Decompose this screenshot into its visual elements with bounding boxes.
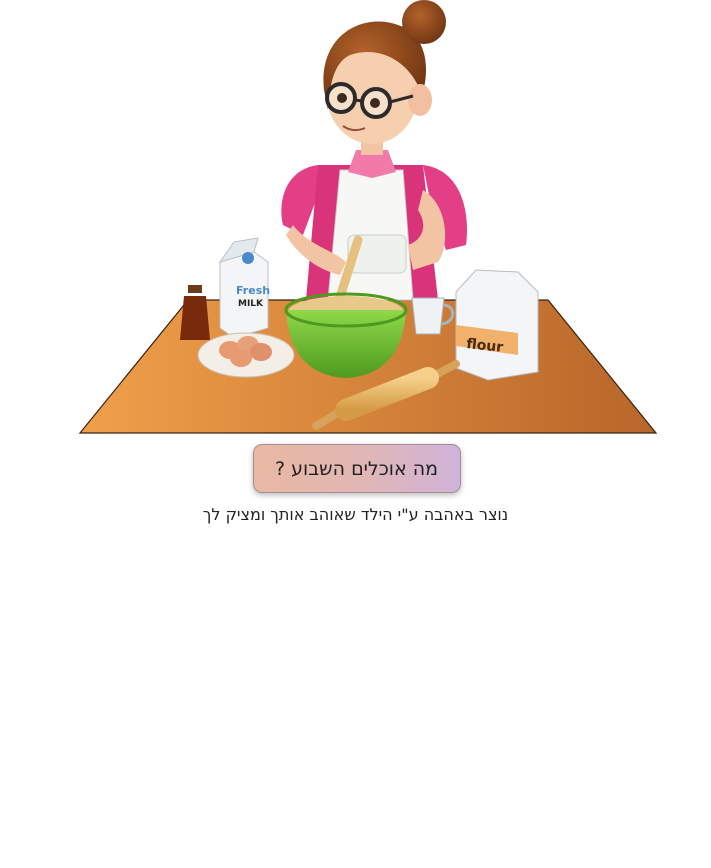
page: Fresh MILK flour מה אוכלים השבוע ? נוצר …	[0, 0, 711, 868]
egg-plate	[197, 332, 295, 378]
whats-for-dinner-button[interactable]: מה אוכלים השבוע ?	[252, 444, 461, 493]
milk-label-fresh: Fresh	[236, 284, 270, 297]
cta-container: מה אוכלים השבוע ?	[0, 444, 711, 493]
cooking-woman-illustration: Fresh MILK flour	[78, 0, 658, 434]
milk-carton: Fresh MILK	[218, 237, 270, 339]
hero-illustration: Fresh MILK flour	[78, 0, 658, 436]
footer-credit-text: נוצר באהבה ע"י הילד שאוהב אותך ומציק לך	[202, 505, 509, 524]
flour-bag: flour	[455, 269, 539, 381]
milk-label-milk: MILK	[238, 299, 264, 309]
vanilla-bottle	[180, 285, 210, 340]
woman-figure	[281, 0, 467, 301]
